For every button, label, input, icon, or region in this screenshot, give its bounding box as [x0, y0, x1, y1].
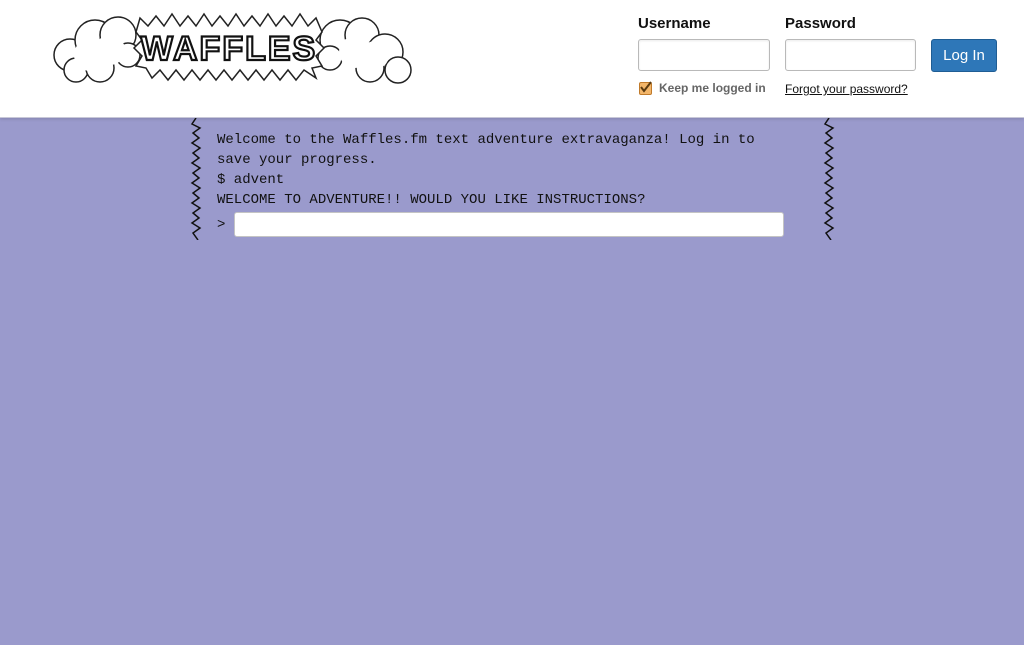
right-zigzag-border: [823, 118, 835, 240]
forgot-password-link[interactable]: Forgot your password?: [785, 82, 908, 96]
logo-graphic: WAFFLES: [53, 12, 412, 84]
login-button[interactable]: Log In: [931, 39, 997, 72]
terminal: Welcome to the Waffles.fm text adventure…: [217, 130, 787, 237]
username-input[interactable]: [638, 39, 770, 71]
command-input[interactable]: [234, 212, 784, 237]
svg-text:WAFFLES: WAFFLES: [141, 30, 317, 68]
terminal-line: WELCOME TO ADVENTURE!! WOULD YOU LIKE IN…: [217, 192, 646, 208]
remember-checkbox[interactable]: [639, 80, 652, 95]
checkmark-icon: [640, 80, 652, 93]
header: WAFFLES Username Password Log In Keep me…: [0, 0, 1024, 118]
username-label: Username: [638, 15, 711, 32]
password-input[interactable]: [785, 39, 916, 71]
waffles-logo[interactable]: WAFFLES: [40, 10, 420, 88]
left-zigzag-border: [190, 118, 202, 240]
remember-label: Keep me logged in: [659, 81, 766, 95]
password-label: Password: [785, 15, 856, 32]
terminal-line: $ advent: [217, 172, 285, 188]
remember-me[interactable]: Keep me logged in: [639, 80, 766, 95]
terminal-line: Welcome to the Waffles.fm text adventure…: [217, 132, 764, 168]
prompt-row: >: [217, 212, 787, 237]
prompt-symbol: >: [217, 216, 226, 233]
